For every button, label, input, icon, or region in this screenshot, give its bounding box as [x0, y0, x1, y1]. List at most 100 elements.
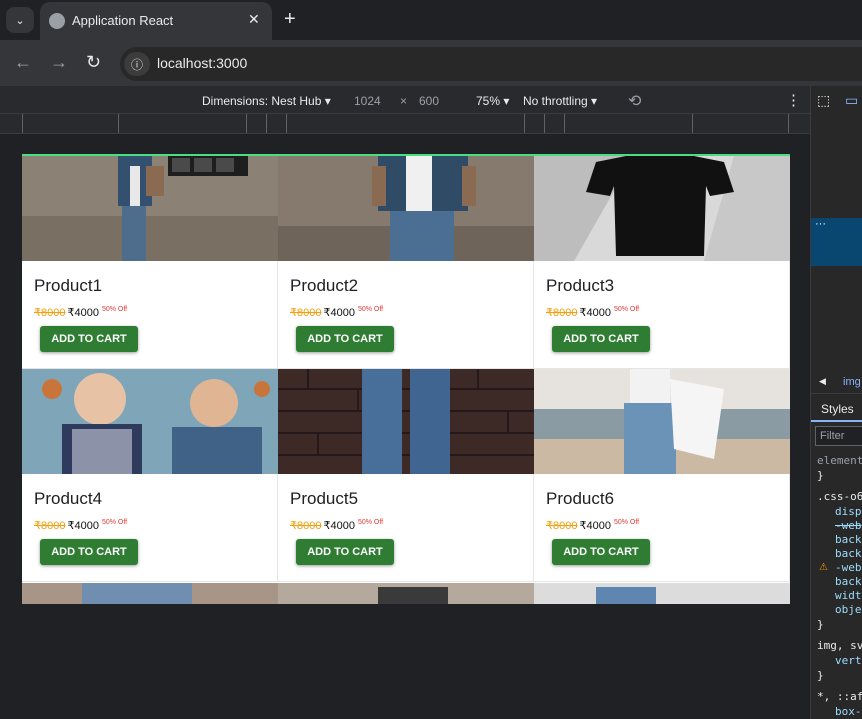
current-price: ₹4000	[67, 307, 99, 319]
code-line: }	[817, 469, 824, 482]
product-name: Product1	[34, 276, 103, 295]
rotate-icon[interactable]: ⟲	[628, 91, 641, 111]
product-image[interactable]	[534, 369, 790, 474]
browser-tab[interactable]: Application React ✕	[40, 2, 272, 40]
code-line: -web	[835, 561, 862, 574]
old-price: ₹8000	[34, 520, 66, 532]
old-price: ₹8000	[290, 307, 322, 319]
back-arrow-icon[interactable]: ←	[14, 52, 32, 72]
current-price: ₹4000	[323, 520, 355, 532]
code-line: .css-o6	[817, 490, 862, 503]
price-line: ₹8000 ₹4000 50% Off	[290, 306, 383, 319]
discount-label: 50% Off	[613, 306, 640, 313]
forward-arrow-icon[interactable]: →	[50, 52, 68, 72]
code-line: }	[817, 618, 824, 631]
price-line: ₹8000 ₹4000 50% Off	[34, 519, 127, 532]
add-to-cart-button[interactable]: ADD TO CART	[552, 539, 650, 565]
old-price: ₹8000	[290, 520, 322, 532]
more-options-icon[interactable]: ⋮	[786, 91, 801, 109]
code-line: back	[835, 575, 862, 588]
product-image[interactable]	[278, 583, 534, 604]
price-line: ₹8000 ₹4000 50% Off	[546, 519, 639, 532]
code-line: verti	[835, 654, 862, 667]
globe-icon	[49, 13, 65, 29]
price-line: ₹8000 ₹4000 50% Off	[34, 306, 127, 319]
current-price: ₹4000	[67, 520, 99, 532]
discount-label: 50% Off	[357, 519, 384, 526]
warning-icon: ⚠	[819, 562, 828, 573]
styles-filter-input[interactable]: Filter	[815, 426, 862, 446]
discount-label: 50% Off	[101, 519, 128, 526]
dimensions-dropdown[interactable]: Dimensions: Nest Hub ▾	[202, 94, 331, 108]
product-name: Product2	[290, 276, 359, 295]
product-card: Product3 ₹8000 ₹4000 50% Off ADD TO CART	[534, 156, 790, 369]
product-page: Product1 ₹8000 ₹4000 50% Off ADD TO CART P…	[22, 154, 790, 604]
breadcrumb-img[interactable]: img	[843, 376, 861, 388]
product-name: Product5	[290, 489, 359, 508]
reload-icon[interactable]: ↻	[86, 52, 101, 72]
product-name: Product6	[546, 489, 615, 508]
product-name: Product3	[546, 276, 615, 295]
caret-left-icon[interactable]: ◀	[819, 376, 826, 387]
current-price: ₹4000	[579, 520, 611, 532]
close-tab-icon[interactable]: ✕	[248, 11, 260, 28]
width-input[interactable]: 1024	[354, 94, 381, 108]
discount-label: 50% Off	[101, 306, 128, 313]
add-to-cart-button[interactable]: ADD TO CART	[296, 539, 394, 565]
add-to-cart-button[interactable]: ADD TO CART	[552, 326, 650, 352]
code-line: back	[835, 547, 862, 560]
code-line: disp	[835, 505, 862, 518]
product-name: Product4	[34, 489, 103, 508]
code-line: objec	[835, 603, 862, 616]
add-to-cart-button[interactable]: ADD TO CART	[40, 539, 138, 565]
product-card: Product1 ₹8000 ₹4000 50% Off ADD TO CART	[22, 156, 278, 369]
tab-search-button[interactable]: ⌄	[6, 7, 34, 33]
product-image[interactable]	[534, 583, 790, 604]
old-price: ₹8000	[546, 307, 578, 319]
tab-bar: ⌄ Application React ✕ +	[0, 0, 862, 40]
product-card: Product5 ₹8000 ₹4000 50% Off ADD TO CART	[278, 369, 534, 582]
discount-label: 50% Off	[357, 306, 384, 313]
code-line: -web	[835, 519, 862, 532]
throttling-dropdown[interactable]: No throttling ▾	[523, 94, 597, 108]
current-price: ₹4000	[579, 307, 611, 319]
media-query-ruler[interactable]	[0, 114, 810, 134]
price-line: ₹8000 ₹4000 50% Off	[546, 306, 639, 319]
discount-label: 50% Off	[613, 519, 640, 526]
product-image[interactable]	[22, 156, 278, 261]
breadcrumb-bar: ◀ img	[811, 372, 862, 394]
product-card: Product4 ₹8000 ₹4000 50% Off ADD TO CART	[22, 369, 278, 582]
add-to-cart-button[interactable]: ADD TO CART	[296, 326, 394, 352]
product-image[interactable]	[534, 156, 790, 261]
inspect-icon[interactable]: ⬚	[817, 92, 830, 109]
old-price: ₹8000	[34, 307, 66, 319]
styles-tab[interactable]: Styles	[811, 396, 862, 422]
current-price: ₹4000	[323, 307, 355, 319]
code-line: *, ::af	[817, 690, 862, 703]
product-image[interactable]	[22, 583, 278, 604]
tab-title: Application React	[72, 13, 174, 28]
price-line: ₹8000 ₹4000 50% Off	[290, 519, 383, 532]
code-line: element	[817, 454, 862, 467]
product-card: Product6 ₹8000 ₹4000 50% Off ADD TO CART	[534, 369, 790, 582]
device-toggle-icon[interactable]: ▭	[845, 92, 858, 109]
code-line: }	[817, 669, 824, 682]
zoom-dropdown[interactable]: 75% ▾	[476, 94, 509, 108]
code-line: box-	[835, 705, 862, 718]
device-toolbar: Dimensions: Nest Hub ▾ 1024 × 600 75% ▾ …	[0, 86, 810, 114]
selected-element-highlight[interactable]: ···	[811, 218, 862, 266]
code-line: back	[835, 533, 862, 546]
old-price: ₹8000	[546, 520, 578, 532]
add-to-cart-button[interactable]: ADD TO CART	[40, 326, 138, 352]
site-info-icon[interactable]: ⓘ	[124, 52, 150, 76]
product-image[interactable]	[278, 369, 534, 474]
url-text[interactable]: localhost:3000	[157, 55, 247, 71]
product-image[interactable]	[278, 156, 534, 261]
product-card: Product2 ₹8000 ₹4000 50% Off ADD TO CART	[278, 156, 534, 369]
times-sign: ×	[400, 94, 408, 108]
height-input[interactable]: 600	[419, 94, 439, 108]
new-tab-button[interactable]: +	[284, 8, 296, 30]
code-line: width	[835, 589, 862, 602]
product-image[interactable]	[22, 369, 278, 474]
devtools-panel: ⬚ ▭ ··· ◀ img Styles Filter element } .c…	[810, 86, 862, 719]
